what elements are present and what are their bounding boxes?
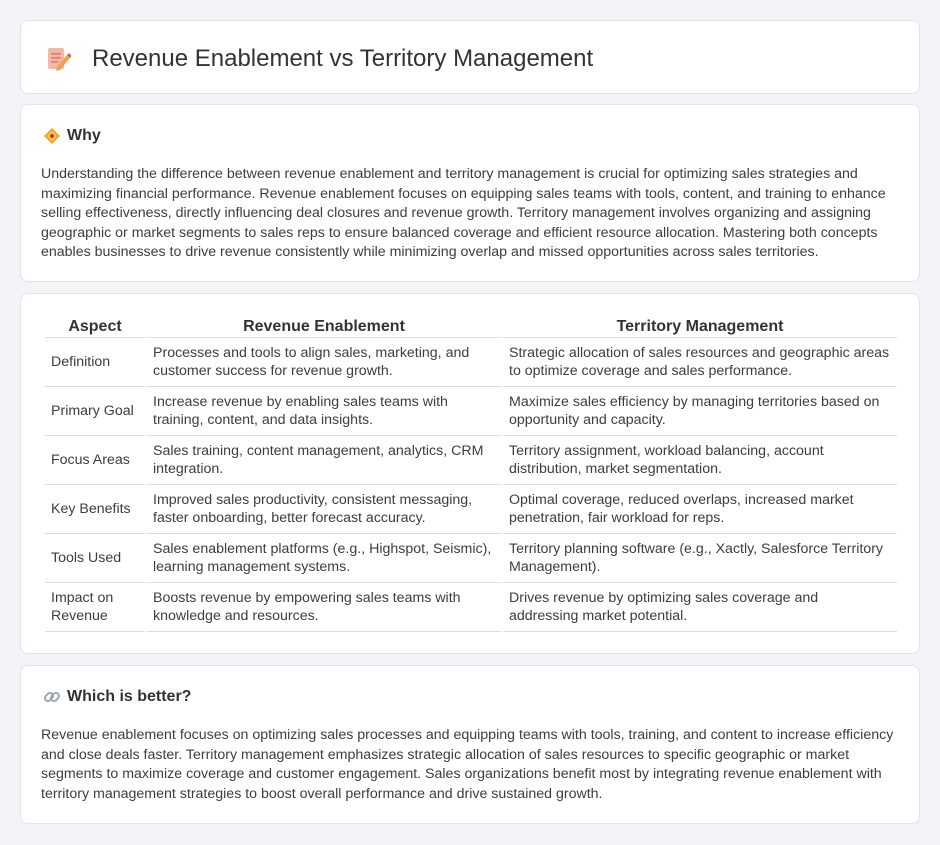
revenue-enablement-cell: Processes and tools to align sales, mark… <box>147 338 501 387</box>
aspect-cell: Tools Used <box>45 534 145 583</box>
territory-management-cell: Territory planning software (e.g., Xactl… <box>503 534 897 583</box>
table-row: Key Benefits Improved sales productivity… <box>45 485 897 534</box>
territory-management-cell: Drives revenue by optimizing sales cover… <box>503 583 897 632</box>
revenue-enablement-cell: Sales training, content management, anal… <box>147 436 501 485</box>
comparison-table: Aspect Revenue Enablement Territory Mana… <box>43 316 899 632</box>
header-aspect: Aspect <box>45 316 145 338</box>
why-text: Understanding the difference between rev… <box>41 166 886 260</box>
aspect-cell: Impact on Revenue <box>45 583 145 632</box>
link-icon <box>44 692 60 702</box>
which-is-better-text: Revenue enablement focuses on optimizing… <box>41 727 894 802</box>
table-header-row: Aspect Revenue Enablement Territory Mana… <box>45 316 897 338</box>
revenue-enablement-cell: Improved sales productivity, consistent … <box>147 485 501 534</box>
table-row: Tools Used Sales enablement platforms (e… <box>45 534 897 583</box>
which-is-better-section: Which is better? Revenue enablement focu… <box>20 665 920 824</box>
diamond-sign-icon <box>44 128 60 144</box>
aspect-cell: Definition <box>45 338 145 387</box>
title-card: Revenue Enablement vs Territory Manageme… <box>20 20 920 94</box>
table-row: Impact on Revenue Boosts revenue by empo… <box>45 583 897 632</box>
revenue-enablement-cell: Boosts revenue by empowering sales teams… <box>147 583 501 632</box>
which-is-better-heading: Which is better? <box>67 688 192 705</box>
revenue-enablement-cell: Sales enablement platforms (e.g., Highsp… <box>147 534 501 583</box>
comparison-section: Aspect Revenue Enablement Territory Mana… <box>20 293 920 654</box>
table-row: Definition Processes and tools to align … <box>45 338 897 387</box>
territory-management-cell: Strategic allocation of sales resources … <box>503 338 897 387</box>
territory-management-cell: Optimal coverage, reduced overlaps, incr… <box>503 485 897 534</box>
header-territory-management: Territory Management <box>503 316 897 338</box>
aspect-cell: Primary Goal <box>45 387 145 436</box>
table-row: Primary Goal Increase revenue by enablin… <box>45 387 897 436</box>
territory-management-cell: Maximize sales efficiency by managing te… <box>503 387 897 436</box>
header-revenue-enablement: Revenue Enablement <box>147 316 501 338</box>
why-heading: Why <box>67 127 101 144</box>
table-row: Focus Areas Sales training, content mana… <box>45 436 897 485</box>
document-pencil-icon <box>48 48 71 71</box>
why-section: Why Understanding the difference between… <box>20 104 920 282</box>
territory-management-cell: Territory assignment, workload balancing… <box>503 436 897 485</box>
revenue-enablement-cell: Increase revenue by enabling sales teams… <box>147 387 501 436</box>
page-title: Revenue Enablement vs Territory Manageme… <box>92 45 594 72</box>
aspect-cell: Focus Areas <box>45 436 145 485</box>
aspect-cell: Key Benefits <box>45 485 145 534</box>
